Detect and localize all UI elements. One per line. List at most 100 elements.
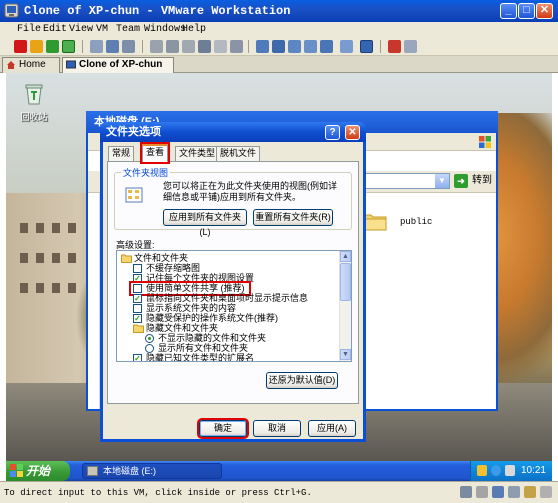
menu-bar: File Edit View VM Team Windows Help (0, 22, 558, 37)
maximize-button[interactable]: □ (518, 3, 535, 19)
menu-edit[interactable]: Edit (43, 24, 67, 35)
menu-vm[interactable]: VM (96, 24, 108, 35)
tab-clone-of-xp-chun[interactable]: Clone of XP-chun (62, 57, 174, 73)
advanced-settings-list[interactable]: 文件和文件夹 不缓存缩略图 ✓ 记住每个文件夹的视图设置 使用简单文件共享 (推荐) ✓ 鼠… (116, 250, 352, 362)
checkbox[interactable] (133, 264, 142, 273)
folder-name[interactable]: public (400, 217, 432, 227)
clock[interactable]: 10:21 (521, 461, 546, 481)
tab-view[interactable]: 查看 (139, 142, 171, 164)
minimize-button[interactable]: _ (500, 3, 517, 19)
power-on-icon[interactable] (46, 40, 59, 53)
go-label: 转到 (472, 175, 492, 186)
restore-defaults-button[interactable]: 还原为默认值(D) (266, 372, 338, 389)
start-button[interactable]: 开始 (6, 461, 70, 481)
volume-icon[interactable] (505, 465, 515, 476)
menu-file[interactable]: File (17, 24, 41, 35)
appliance-icon[interactable] (214, 40, 227, 53)
snapshot-icon[interactable] (90, 40, 103, 53)
dialog-close-button[interactable]: ✕ (345, 125, 360, 140)
scroll-thumb[interactable] (340, 263, 351, 301)
status-bar: To direct input to this VM, click inside… (0, 481, 558, 503)
view-console-icon[interactable] (288, 40, 301, 53)
recycle-bin-desktop-icon[interactable]: 回收站 (14, 83, 54, 123)
folder-views-icon (125, 187, 143, 203)
tab-bar: Home Clone of XP-chun (0, 56, 558, 73)
tab-general[interactable]: 常规 (108, 146, 135, 161)
cancel-button[interactable]: 取消 (253, 420, 301, 437)
settings-icon[interactable] (230, 40, 243, 53)
folder-options-dialog: 文件夹选项 ? ✕ 常规 查看 文件类型 脱机文件 文件夹视图 您可以将正在为此… (100, 122, 366, 442)
guest-desktop[interactable]: 回收站 本地磁盘 (E:) ▼ ➜ 转到 public 文件夹选项 (6, 73, 552, 461)
home-icon (7, 61, 15, 69)
recycle-bin-icon (25, 84, 43, 105)
apply-button[interactable]: 应用(A) (308, 420, 356, 437)
reset-all-folders-button[interactable]: 重置所有文件夹(R) (253, 209, 333, 226)
unity-icon[interactable] (320, 40, 333, 53)
thumbnail-icon[interactable] (304, 40, 317, 53)
summary-icon[interactable] (182, 40, 195, 53)
tab-home-label: Home (19, 59, 46, 70)
scroll-down-icon[interactable]: ▼ (340, 349, 351, 360)
tab-home[interactable]: Home (2, 57, 60, 73)
scroll-up-icon[interactable]: ▲ (340, 251, 351, 262)
window-title: Clone of XP-chun - VMware Workstation (24, 4, 291, 18)
network-adapter-icon[interactable] (492, 486, 504, 498)
chevron-down-icon[interactable]: ▼ (435, 174, 449, 188)
radio-button[interactable] (145, 334, 154, 343)
checkbox[interactable] (133, 304, 142, 313)
sound-icon[interactable] (524, 486, 536, 498)
view-tab-panel: 文件夹视图 您可以将正在为此文件夹使用的视图(例如详细信息或平铺)应用到所有文件… (107, 161, 359, 404)
go-arrow-icon: ➜ (454, 174, 468, 188)
tabs-icon[interactable] (360, 40, 373, 53)
security-shield-icon[interactable] (477, 465, 487, 476)
taskbar-item-local-disk[interactable]: 本地磁盘 (E:) (82, 463, 222, 479)
message-log-icon[interactable] (540, 486, 552, 498)
console-icon[interactable] (198, 40, 211, 53)
help-button[interactable]: ? (325, 125, 340, 140)
replay-icon[interactable] (404, 40, 417, 53)
tab-offline-files[interactable]: 脱机文件 (216, 146, 261, 161)
reset-icon[interactable] (62, 40, 75, 53)
power-off-icon[interactable] (14, 40, 27, 53)
advanced-settings-scrollbar[interactable]: ▲ ▼ (339, 251, 351, 361)
checkbox[interactable] (133, 284, 142, 293)
clone-icon[interactable] (166, 40, 179, 53)
usb-icon[interactable] (508, 486, 520, 498)
menu-windows[interactable]: Windows (144, 24, 186, 35)
menu-team[interactable]: Team (116, 24, 140, 35)
start-label: 开始 (26, 464, 51, 478)
network-icon[interactable] (491, 465, 501, 476)
advanced-setting-label: 隐藏已知文件类型的扩展名 (146, 353, 255, 362)
record-icon[interactable] (388, 40, 401, 53)
snapshot-manager-icon[interactable] (122, 40, 135, 53)
revert-snapshot-icon[interactable] (106, 40, 119, 53)
apply-to-all-folders-button[interactable]: 应用到所有文件夹(L) (163, 209, 247, 237)
full-screen-icon[interactable] (256, 40, 269, 53)
toolbar-separator (380, 40, 381, 53)
hard-disk-icon[interactable] (460, 486, 472, 498)
radio-button[interactable] (145, 344, 154, 353)
vm-icon (66, 60, 76, 69)
toolbar-separator (142, 40, 143, 53)
checkbox[interactable]: ✓ (133, 354, 142, 361)
ok-button[interactable]: 确定 (197, 418, 249, 439)
tab-file-types[interactable]: 文件类型 (175, 146, 220, 161)
suspend-icon[interactable] (30, 40, 43, 53)
cd-drive-icon[interactable] (476, 486, 488, 498)
checkbox[interactable]: ✓ (133, 314, 142, 323)
team-icon[interactable] (150, 40, 163, 53)
menu-view[interactable]: View (69, 24, 93, 35)
library-icon[interactable] (340, 40, 353, 53)
menu-help[interactable]: Help (182, 24, 206, 35)
quick-switch-icon[interactable] (272, 40, 285, 53)
folder-views-description: 您可以将正在为此文件夹使用的视图(例如详细信息或平铺)应用到所有文件夹。 (163, 181, 337, 202)
guest-taskbar: 开始 本地磁盘 (E:) 10:21 (6, 461, 552, 481)
close-window-button[interactable]: ✕ (536, 3, 553, 19)
folder-icon (133, 324, 144, 333)
toolbar-separator (82, 40, 83, 53)
checkbox[interactable]: ✓ (133, 274, 142, 283)
checkbox[interactable]: ✓ (133, 294, 142, 303)
go-button[interactable]: ➜ 转到 (454, 173, 492, 189)
tab-vm-label: Clone of XP-chun (79, 59, 163, 70)
folder-icon[interactable] (363, 211, 387, 231)
